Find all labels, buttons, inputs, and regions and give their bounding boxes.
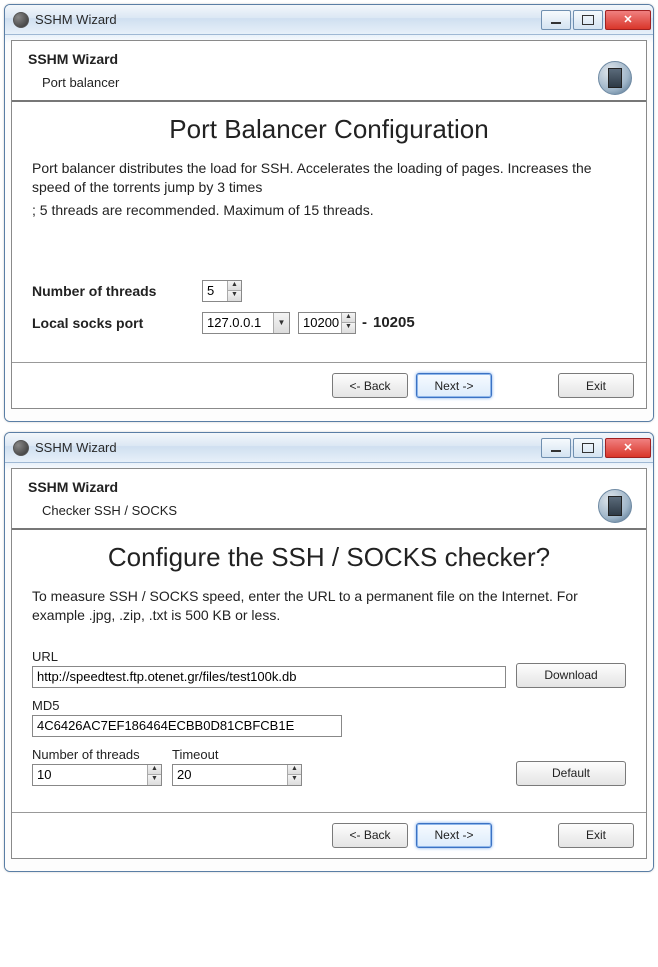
range-dash: - bbox=[362, 314, 367, 331]
description-line2: ; 5 threads are recommended. Maximum of … bbox=[32, 201, 626, 220]
spin-up-icon[interactable]: ▲ bbox=[341, 313, 355, 324]
wizard-content: Port Balancer Configuration Port balance… bbox=[12, 102, 646, 362]
back-button[interactable]: <- Back bbox=[332, 823, 408, 848]
label-timeout: Timeout bbox=[172, 747, 302, 762]
wizard-panel: SSHM Wizard Port balancer Port Balancer … bbox=[11, 40, 647, 409]
wizard-header: SSHM Wizard Checker SSH / SOCKS bbox=[12, 469, 646, 530]
spin-down-icon[interactable]: ▼ bbox=[341, 323, 355, 333]
spinner-buttons[interactable]: ▲▼ bbox=[147, 765, 161, 785]
app-icon bbox=[13, 12, 29, 28]
page-heading: Port Balancer Configuration bbox=[32, 114, 626, 145]
row-local-socks: Local socks port ▼ ▲▼ - 10205 bbox=[32, 312, 626, 334]
minimize-button[interactable] bbox=[541, 10, 571, 30]
spinner-buttons[interactable]: ▲▼ bbox=[287, 765, 301, 785]
row-num-threads: Number of threads ▲▼ bbox=[32, 280, 626, 302]
socks-port-end: 10205 bbox=[373, 314, 415, 331]
spin-down-icon[interactable]: ▼ bbox=[227, 291, 241, 301]
label-md5: MD5 bbox=[32, 698, 626, 713]
row-threads-timeout: Number of threads ▲▼ Timeout ▲▼ bbox=[32, 743, 626, 786]
url-input[interactable] bbox=[32, 666, 506, 688]
default-button[interactable]: Default bbox=[516, 761, 626, 786]
timeout-input[interactable] bbox=[172, 764, 302, 786]
next-button[interactable]: Next -> bbox=[416, 373, 492, 398]
label-num-threads: Number of threads bbox=[32, 283, 202, 299]
download-button[interactable]: Download bbox=[516, 663, 626, 688]
description: To measure SSH / SOCKS speed, enter the … bbox=[32, 587, 626, 625]
wizard-subtitle: Checker SSH / SOCKS bbox=[28, 503, 630, 518]
spin-down-icon[interactable]: ▼ bbox=[287, 775, 301, 785]
timeout-spinner[interactable]: ▲▼ bbox=[172, 764, 302, 786]
row-md5: MD5 bbox=[32, 694, 626, 737]
window-body: SSHM Wizard Checker SSH / SOCKS Configur… bbox=[5, 463, 653, 871]
wizard-window-checker: SSHM Wizard SSHM Wizard Checker SSH / SO… bbox=[4, 432, 654, 872]
wizard-icon bbox=[598, 489, 632, 523]
maximize-button[interactable] bbox=[573, 10, 603, 30]
wizard-title: SSHM Wizard bbox=[28, 479, 630, 495]
chevron-down-icon[interactable]: ▼ bbox=[273, 313, 289, 333]
label-num-threads: Number of threads bbox=[32, 747, 162, 762]
spin-up-icon[interactable]: ▲ bbox=[287, 765, 301, 776]
wizard-subtitle: Port balancer bbox=[28, 75, 630, 90]
app-icon bbox=[13, 440, 29, 456]
titlebar[interactable]: SSHM Wizard bbox=[5, 433, 653, 463]
threads-spinner[interactable]: ▲▼ bbox=[32, 764, 162, 786]
close-button[interactable] bbox=[605, 10, 651, 30]
exit-button[interactable]: Exit bbox=[558, 373, 634, 398]
wizard-title: SSHM Wizard bbox=[28, 51, 630, 67]
spin-up-icon[interactable]: ▲ bbox=[227, 281, 241, 292]
description-line1: Port balancer distributes the load for S… bbox=[32, 159, 626, 197]
label-local-socks: Local socks port bbox=[32, 315, 202, 331]
spinner-buttons[interactable]: ▲▼ bbox=[227, 281, 241, 301]
window-controls bbox=[539, 438, 651, 458]
wizard-header: SSHM Wizard Port balancer bbox=[12, 41, 646, 102]
exit-button[interactable]: Exit bbox=[558, 823, 634, 848]
back-button[interactable]: <- Back bbox=[332, 373, 408, 398]
maximize-button[interactable] bbox=[573, 438, 603, 458]
label-url: URL bbox=[32, 649, 506, 664]
window-title: SSHM Wizard bbox=[35, 440, 539, 455]
wizard-icon bbox=[598, 61, 632, 95]
window-title: SSHM Wizard bbox=[35, 12, 539, 27]
spin-down-icon[interactable]: ▼ bbox=[147, 775, 161, 785]
row-url: URL Download bbox=[32, 639, 626, 688]
next-button[interactable]: Next -> bbox=[416, 823, 492, 848]
socks-port-spinner[interactable]: ▲▼ bbox=[298, 312, 356, 334]
spin-up-icon[interactable]: ▲ bbox=[147, 765, 161, 776]
wizard-content: Configure the SSH / SOCKS checker? To me… bbox=[12, 530, 646, 812]
page-heading: Configure the SSH / SOCKS checker? bbox=[32, 542, 626, 573]
window-body: SSHM Wizard Port balancer Port Balancer … bbox=[5, 35, 653, 421]
wizard-footer: <- Back Next -> Exit bbox=[12, 362, 646, 408]
wizard-panel: SSHM Wizard Checker SSH / SOCKS Configur… bbox=[11, 468, 647, 859]
minimize-button[interactable] bbox=[541, 438, 571, 458]
close-button[interactable] bbox=[605, 438, 651, 458]
titlebar[interactable]: SSHM Wizard bbox=[5, 5, 653, 35]
spinner-buttons[interactable]: ▲▼ bbox=[341, 313, 355, 333]
wizard-footer: <- Back Next -> Exit bbox=[12, 812, 646, 858]
threads-spinner[interactable]: ▲▼ bbox=[202, 280, 242, 302]
md5-input[interactable] bbox=[32, 715, 342, 737]
socks-host-combo[interactable]: ▼ bbox=[202, 312, 290, 334]
threads-input[interactable] bbox=[32, 764, 162, 786]
window-controls bbox=[539, 10, 651, 30]
wizard-window-port-balancer: SSHM Wizard SSHM Wizard Port balancer Po… bbox=[4, 4, 654, 422]
